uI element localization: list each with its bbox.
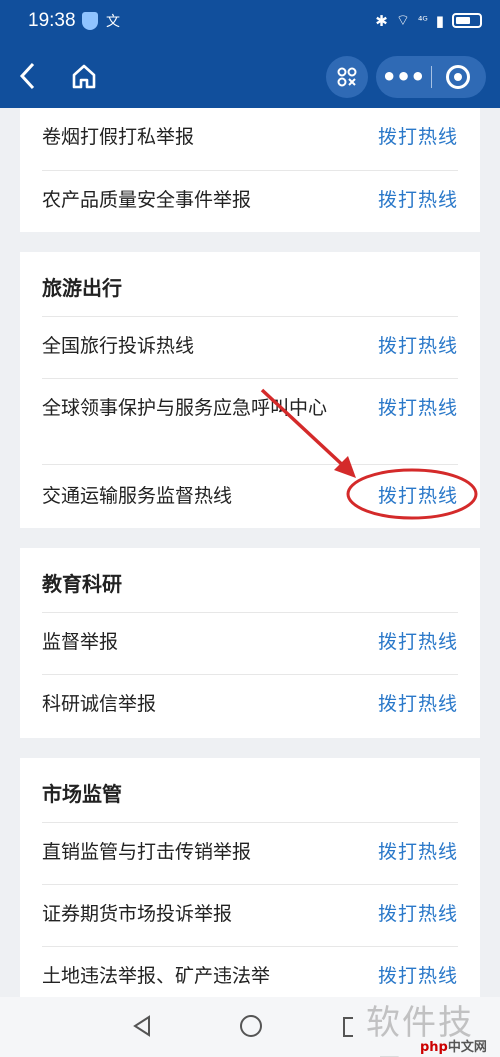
wifi-icon: ⌔ — [395, 11, 410, 29]
section-title: 教育科研 — [42, 572, 122, 596]
section-card-misc: 卷烟打假打私举报 拨打热线 农产品质量安全事件举报 拨打热线 — [20, 108, 480, 232]
more-button[interactable]: ••• — [376, 56, 430, 98]
section-title: 旅游出行 — [42, 276, 122, 300]
battery-icon — [452, 13, 482, 28]
system-back-icon[interactable] — [132, 1015, 152, 1037]
nav-bar: ••• — [0, 44, 500, 108]
item-label: 全球领事保护与服务应急呼叫中心 — [42, 397, 328, 419]
section-card-market: 市场监管 直销监管与打击传销举报 拨打热线 证券期货市场投诉举报 拨打热线 土地… — [20, 758, 480, 998]
back-icon[interactable] — [18, 58, 48, 94]
call-hotline-button[interactable]: 拨打热线 — [378, 691, 458, 717]
translate-icon: 文 — [106, 14, 120, 30]
list-item[interactable]: 交通运输服务监督热线 拨打热线 — [42, 464, 458, 528]
status-left-icons: 文 — [82, 11, 120, 31]
item-label: 农产品质量安全事件举报 — [42, 189, 252, 211]
list-item[interactable]: 全国旅行投诉热线 拨打热线 — [42, 316, 458, 378]
call-hotline-button[interactable]: 拨打热线 — [378, 124, 458, 150]
list-item[interactable]: 监督举报 拨打热线 — [42, 612, 458, 674]
list-item[interactable]: 卷烟打假打私举报 拨打热线 — [42, 108, 458, 170]
list-item[interactable]: 农产品质量安全事件举报 拨打热线 — [42, 170, 458, 232]
scan-icon — [337, 67, 357, 87]
capsule-divider — [431, 66, 432, 88]
system-home-icon[interactable] — [240, 1015, 262, 1037]
item-label: 证券期货市场投诉举报 — [42, 903, 233, 925]
watermark-php: php — [420, 1040, 448, 1055]
call-hotline-button[interactable]: 拨打热线 — [378, 963, 458, 989]
home-icon[interactable] — [68, 60, 100, 92]
section-title: 市场监管 — [42, 782, 122, 806]
list-item[interactable]: 全球领事保护与服务应急呼叫中心 拨打热线 — [42, 378, 458, 464]
call-hotline-button[interactable]: 拨打热线 — [378, 839, 458, 865]
watermark-site: php中文网 — [420, 1036, 487, 1055]
list-item[interactable]: 证券期货市场投诉举报 拨打热线 — [42, 884, 458, 946]
scan-button[interactable] — [326, 56, 368, 98]
signal-icon: ▮ — [435, 11, 444, 30]
section-card-travel: 旅游出行 全国旅行投诉热线 拨打热线 全球领事保护与服务应急呼叫中心 拨打热线 … — [20, 252, 480, 528]
call-hotline-button[interactable]: 拨打热线 — [378, 901, 458, 927]
item-label: 直销监管与打击传销举报 — [42, 841, 252, 863]
item-label: 监督举报 — [42, 631, 119, 653]
bluetooth-icon: ✱ — [375, 11, 388, 30]
status-right-icons: ✱ ⌔ ⁴ᴳ ▮ — [375, 11, 482, 30]
call-hotline-button[interactable]: 拨打热线 — [378, 629, 458, 655]
list-item[interactable]: 直销监管与打击传销举报 拨打热线 — [42, 822, 458, 884]
watermark-cn: 中文网 — [447, 1040, 487, 1055]
call-hotline-button[interactable]: 拨打热线 — [378, 333, 458, 359]
close-program-icon[interactable] — [446, 65, 470, 89]
call-hotline-button[interactable]: 拨打热线 — [378, 483, 458, 509]
status-time: 19:38 — [28, 10, 76, 31]
system-recent-icon[interactable] — [343, 1017, 353, 1037]
item-label: 土地违法举报、矿产违法举 — [42, 965, 271, 987]
list-item[interactable]: 科研诚信举报 拨打热线 — [42, 674, 458, 738]
status-bar: 19:38 文 ✱ ⌔ ⁴ᴳ ▮ — [0, 0, 500, 44]
mini-program-capsule: ••• — [376, 56, 486, 98]
item-label: 卷烟打假打私举报 — [42, 126, 195, 148]
shield-icon — [82, 12, 98, 30]
signal-label: ⁴ᴳ — [417, 14, 428, 27]
item-label: 交通运输服务监督热线 — [42, 485, 233, 507]
section-card-education: 教育科研 监督举报 拨打热线 科研诚信举报 拨打热线 — [20, 548, 480, 738]
call-hotline-button[interactable]: 拨打热线 — [378, 395, 458, 421]
list-item[interactable]: 土地违法举报、矿产违法举 拨打热线 — [42, 946, 458, 998]
item-label: 科研诚信举报 — [42, 693, 157, 715]
item-label: 全国旅行投诉热线 — [42, 335, 195, 357]
call-hotline-button[interactable]: 拨打热线 — [378, 187, 458, 213]
